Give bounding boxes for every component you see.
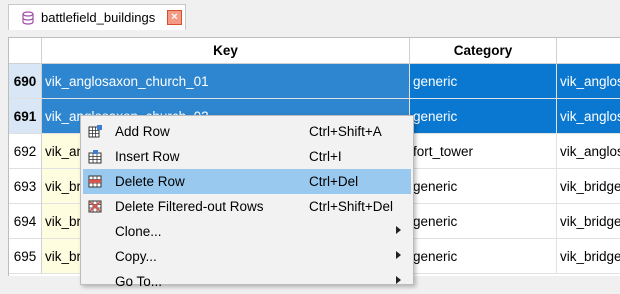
menu-item-shortcut: Ctrl+Shift+Del (309, 199, 394, 214)
row-number[interactable]: 693 (9, 169, 42, 204)
category-cell[interactable]: generic (410, 169, 557, 204)
submenu-arrow-icon (396, 276, 401, 284)
tab-battlefield-buildings[interactable]: battlefield_buildings × (8, 4, 186, 30)
category-cell[interactable]: generic (410, 64, 557, 99)
database-icon (22, 11, 34, 25)
category-cell[interactable]: generic (410, 204, 557, 239)
menu-item-label: Insert Row (115, 149, 180, 164)
menu-item-shortcut: Ctrl+Shift+A (309, 124, 382, 139)
extra-cell[interactable]: vik_bridge (557, 169, 620, 204)
submenu-arrow-icon (396, 226, 401, 234)
row-number[interactable]: 692 (9, 134, 42, 169)
menu-item-label: Copy... (115, 249, 157, 264)
menu-item-shortcut: Ctrl+I (309, 149, 342, 164)
insert-row-icon (88, 149, 103, 164)
menu-item-delete-row[interactable]: Delete Row Ctrl+Del (83, 169, 411, 194)
row-number[interactable]: 694 (9, 204, 42, 239)
delete-row-icon (88, 174, 103, 189)
context-menu: Add Row Ctrl+Shift+A Insert Row Ctrl+I Delet… (80, 115, 414, 289)
extra-cell[interactable]: vik_bridge (557, 239, 620, 274)
submenu-arrow-icon (396, 251, 401, 259)
category-cell[interactable]: fort_tower (410, 134, 557, 169)
column-header-key[interactable]: Key (42, 38, 410, 64)
row-number-header[interactable] (9, 38, 42, 64)
close-tab-icon[interactable]: × (167, 10, 182, 25)
category-cell[interactable]: generic (410, 239, 557, 274)
menu-item-delete-filtered-out-rows[interactable]: Delete Filtered-out Rows Ctrl+Shift+Del (83, 194, 411, 219)
extra-cell[interactable]: vik_anglos (557, 64, 620, 99)
menu-item-insert-row[interactable]: Insert Row Ctrl+I (83, 144, 411, 169)
extra-cell[interactable]: vik_anglos (557, 134, 620, 169)
category-cell[interactable]: generic (410, 99, 557, 134)
tab-bar: battlefield_buildings × (0, 0, 620, 32)
menu-item-label: Go To... (115, 274, 163, 289)
extra-cell[interactable]: vik_anglos (557, 99, 620, 134)
menu-item-copy[interactable]: Copy... (83, 244, 411, 269)
column-header-extra[interactable] (557, 38, 620, 64)
column-header-category[interactable]: Category (410, 38, 557, 64)
menu-item-add-row[interactable]: Add Row Ctrl+Shift+A (83, 119, 411, 144)
row-number[interactable]: 691 (9, 99, 42, 134)
menu-item-label: Delete Row (115, 174, 185, 189)
menu-item-label: Delete Filtered-out Rows (115, 199, 264, 214)
delete-filtered-rows-icon (88, 199, 103, 214)
menu-item-label: Add Row (115, 124, 170, 139)
tab-title: battlefield_buildings (41, 10, 156, 25)
add-row-icon (88, 124, 103, 139)
key-cell[interactable]: vik_anglosaxon_church_01 (42, 64, 410, 99)
row-number[interactable]: 690 (9, 64, 42, 99)
menu-item-label: Clone... (115, 224, 162, 239)
menu-item-go-to[interactable]: Go To... (83, 269, 411, 294)
menu-item-clone[interactable]: Clone... (83, 219, 411, 244)
menu-item-shortcut: Ctrl+Del (309, 174, 359, 189)
row-number[interactable]: 695 (9, 239, 42, 274)
extra-cell[interactable]: vik_bridge (557, 204, 620, 239)
